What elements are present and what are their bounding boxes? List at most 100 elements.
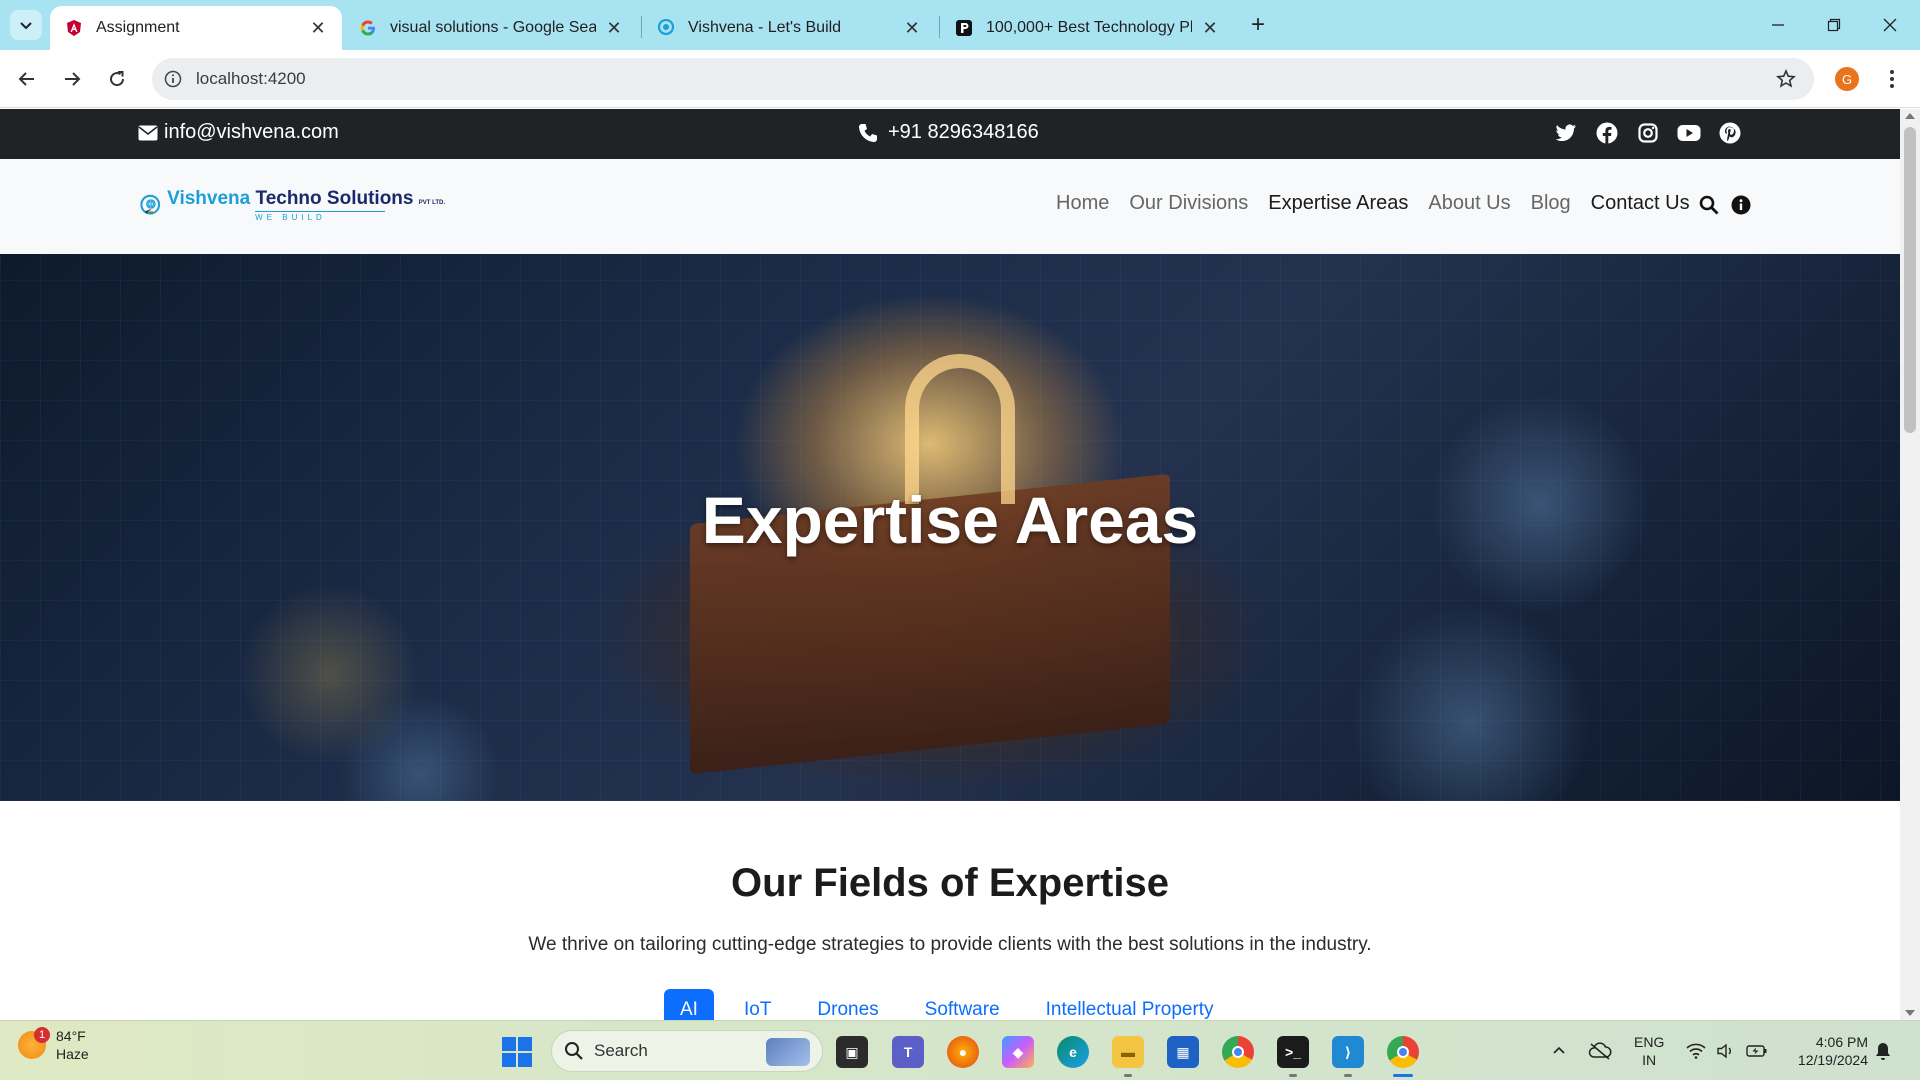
battery-charging-icon xyxy=(1746,1045,1767,1057)
bookmark-star-icon[interactable] xyxy=(1774,67,1798,91)
hero-banner: Expertise Areas xyxy=(0,254,1900,801)
search-icon[interactable] xyxy=(1698,194,1720,216)
taskbar-search[interactable]: Search xyxy=(551,1030,823,1072)
info-icon[interactable] xyxy=(1730,194,1752,216)
firefox-app[interactable]: ● xyxy=(947,1036,979,1068)
teams-icon: T xyxy=(903,1044,913,1060)
tab-pexels[interactable]: 100,000+ Best Technology Phot ✕ xyxy=(940,6,1234,50)
forward-button[interactable] xyxy=(57,64,87,94)
expertise-tabs: AI IoT Drones Software Intellectual Prop… xyxy=(664,989,1230,1020)
language-line2: IN xyxy=(1642,1052,1657,1068)
instagram-icon[interactable] xyxy=(1636,121,1660,145)
close-icon[interactable]: ✕ xyxy=(1200,18,1220,38)
reload-button[interactable] xyxy=(102,64,132,94)
tab-assignment[interactable]: Assignment ✕ xyxy=(50,6,342,50)
firefox-icon: ● xyxy=(958,1044,968,1060)
email-text: info@vishvena.com xyxy=(164,121,339,143)
url-text: localhost:4200 xyxy=(196,69,306,88)
system-clock[interactable]: 4:06 PM 12/19/2024 xyxy=(1788,1033,1868,1069)
nav-our-divisions[interactable]: Our Divisions xyxy=(1129,192,1248,215)
weather-badge: 1 xyxy=(34,1027,50,1043)
task-view-app[interactable]: ▣ xyxy=(836,1036,868,1068)
section-title: Our Fields of Expertise xyxy=(731,861,1169,905)
tab-search-button[interactable] xyxy=(10,10,42,40)
onedrive-tray[interactable] xyxy=(1588,1021,1612,1080)
arrow-right-icon xyxy=(65,72,81,86)
notifications-tray[interactable] xyxy=(1874,1021,1892,1080)
edge-app[interactable]: e xyxy=(1057,1036,1089,1068)
browser-menu-button[interactable] xyxy=(1880,64,1904,94)
topbar-phone[interactable]: +91 8296348166 xyxy=(858,121,1039,144)
close-icon[interactable]: ✕ xyxy=(604,18,624,38)
back-button[interactable] xyxy=(12,64,42,94)
teams-app[interactable]: T xyxy=(892,1036,924,1068)
tab-iot[interactable]: IoT xyxy=(728,989,787,1020)
tab-google-search[interactable]: visual solutions - Google Search ✕ xyxy=(344,6,638,50)
store-app[interactable]: ▦ xyxy=(1167,1036,1199,1068)
language-line1: ENG xyxy=(1634,1034,1665,1050)
terminal-app[interactable]: >_ xyxy=(1277,1036,1309,1077)
profile-avatar[interactable]: G xyxy=(1835,67,1859,91)
task-view-icon: ▣ xyxy=(845,1043,859,1060)
topbar-email[interactable]: info@vishvena.com xyxy=(138,121,339,144)
wifi-icon xyxy=(1686,1043,1706,1059)
chrome-profile-app[interactable] xyxy=(1387,1036,1419,1077)
weather-sun-icon: 1 xyxy=(18,1027,50,1059)
folder-icon: ▬ xyxy=(1121,1044,1135,1060)
social-links xyxy=(1554,121,1742,145)
battery-tray[interactable] xyxy=(1746,1021,1768,1080)
close-icon[interactable]: ✕ xyxy=(308,18,328,38)
tab-software[interactable]: Software xyxy=(909,989,1016,1020)
file-explorer-app[interactable]: ▬ xyxy=(1112,1036,1144,1077)
nav-about-us[interactable]: About Us xyxy=(1428,192,1510,215)
weather-temp: 84°F xyxy=(56,1028,86,1044)
volume-tray[interactable] xyxy=(1716,1021,1736,1080)
running-indicator xyxy=(1344,1074,1352,1077)
vscode-app[interactable]: ⟩ xyxy=(1332,1036,1364,1077)
nav-blog[interactable]: Blog xyxy=(1531,192,1571,215)
arrow-left-icon xyxy=(18,72,34,86)
tab-title: Vishvena - Let's Build xyxy=(688,19,842,36)
store-icon: ▦ xyxy=(1176,1043,1190,1060)
pinterest-icon[interactable] xyxy=(1718,121,1742,145)
new-tab-button[interactable]: + xyxy=(1244,10,1272,40)
youtube-icon[interactable] xyxy=(1677,121,1701,145)
tray-overflow[interactable] xyxy=(1552,1021,1566,1080)
tab-drones[interactable]: Drones xyxy=(801,989,894,1020)
tab-vishvena[interactable]: Vishvena - Let's Build ✕ xyxy=(642,6,936,50)
nav-expertise-areas[interactable]: Expertise Areas xyxy=(1268,192,1408,215)
wifi-tray[interactable] xyxy=(1686,1021,1706,1080)
language-indicator[interactable]: ENG IN xyxy=(1634,1033,1664,1069)
hero-title: Expertise Areas xyxy=(701,483,1199,557)
minimize-button[interactable] xyxy=(1758,10,1798,40)
nav-home[interactable]: Home xyxy=(1056,192,1109,215)
browser-tab-strip: Assignment ✕ visual solutions - Google S… xyxy=(0,0,1920,50)
close-window-button[interactable] xyxy=(1870,10,1910,40)
site-info-icon[interactable] xyxy=(162,68,184,90)
close-icon[interactable]: ✕ xyxy=(902,18,922,38)
chrome-app[interactable] xyxy=(1222,1036,1254,1068)
tab-ai[interactable]: AI xyxy=(664,989,714,1020)
weather-widget[interactable]: 1 84°F Haze xyxy=(18,1027,89,1063)
scrollbar-thumb[interactable] xyxy=(1904,127,1916,433)
start-tile xyxy=(518,1053,532,1067)
site-logo[interactable]: Vishvena Techno Solutions PVT LTD. WE BU… xyxy=(140,174,445,236)
speaker-icon xyxy=(1717,1043,1731,1059)
copilot-app[interactable]: ◆ xyxy=(1002,1036,1034,1068)
restore-button[interactable] xyxy=(1814,10,1854,40)
nav-contact-us[interactable]: Contact Us xyxy=(1591,192,1690,215)
scroll-up-icon[interactable] xyxy=(1905,113,1915,119)
tab-intellectual-property[interactable]: Intellectual Property xyxy=(1030,989,1230,1020)
windows-start-button[interactable] xyxy=(502,1037,532,1067)
address-bar[interactable]: localhost:4200 xyxy=(152,58,1814,100)
tab-title: Assignment xyxy=(96,19,180,36)
nav-icons xyxy=(1698,194,1752,216)
clock-time: 4:06 PM xyxy=(1815,1034,1868,1050)
facebook-icon[interactable] xyxy=(1595,121,1619,145)
close-icon xyxy=(1883,18,1897,32)
vishvena-logo-icon xyxy=(140,194,161,215)
twitter-icon[interactable] xyxy=(1554,121,1578,145)
page-scrollbar[interactable] xyxy=(1900,109,1920,1020)
search-highlight-image xyxy=(766,1038,810,1066)
scroll-down-icon[interactable] xyxy=(1905,1010,1915,1016)
